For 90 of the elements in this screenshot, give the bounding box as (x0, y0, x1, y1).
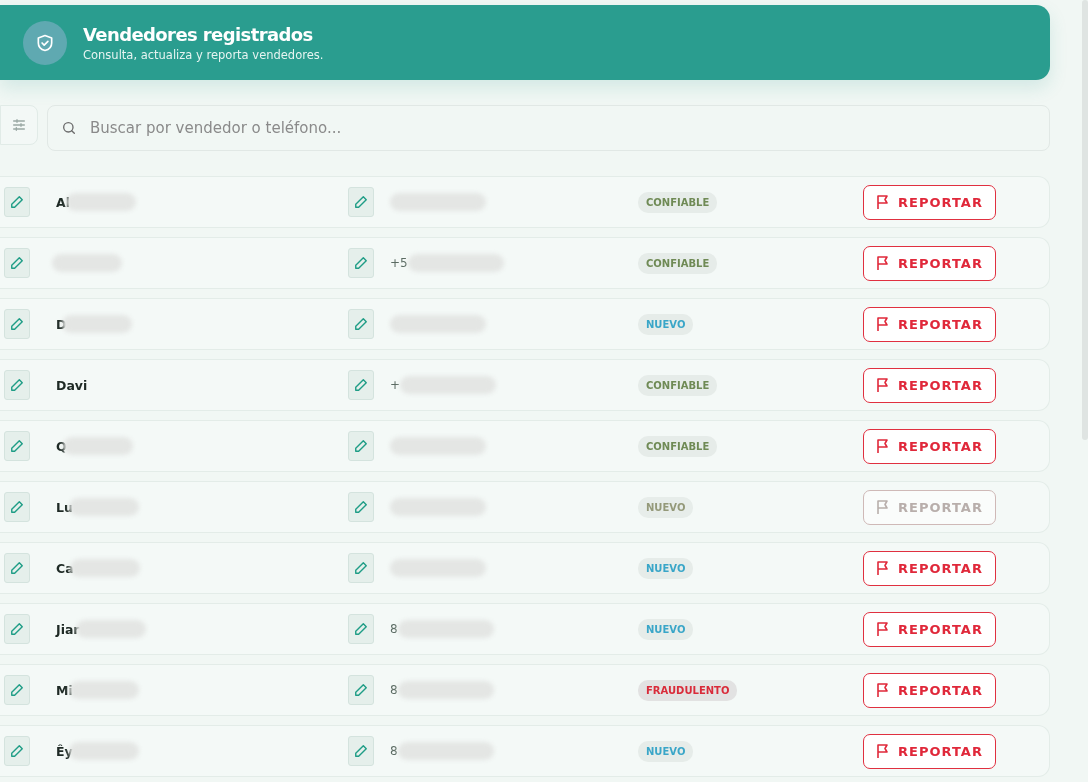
edit-button[interactable] (348, 553, 374, 583)
edit-button[interactable] (348, 309, 374, 339)
pencil-icon (10, 256, 24, 270)
flag-icon (876, 255, 891, 271)
vendor-name: Mi (56, 682, 73, 698)
pencil-icon (10, 561, 24, 575)
pencil-icon (354, 683, 368, 697)
status-badge: CONFIABLE (638, 192, 718, 213)
edit-button[interactable] (4, 187, 30, 217)
status-badge: CONFIABLE (638, 436, 718, 457)
report-button[interactable]: REPORTAR (863, 428, 996, 464)
vendor-name: Êy (56, 743, 73, 759)
edit-button[interactable] (348, 248, 374, 278)
status-badge: NUEVO (638, 497, 694, 518)
flag-icon (876, 743, 891, 759)
edit-button[interactable] (4, 248, 30, 278)
vendor-phone: + (390, 378, 401, 392)
sliders-icon (11, 117, 27, 133)
pencil-icon (10, 744, 24, 758)
report-button[interactable]: REPORTAR (863, 672, 996, 708)
vendor-name: Jiar (56, 621, 80, 637)
pencil-icon (10, 683, 24, 697)
page-subtitle: Consulta, actualiza y reporta vendedores. (83, 47, 324, 62)
pencil-icon (354, 317, 368, 331)
flag-icon (876, 621, 891, 637)
pencil-icon (354, 622, 368, 636)
edit-button[interactable] (348, 492, 374, 522)
edit-button[interactable] (348, 614, 374, 644)
report-button[interactable]: REPORTAR (863, 184, 996, 220)
pencil-icon (10, 317, 24, 331)
edit-button[interactable] (348, 370, 374, 400)
pencil-icon (354, 561, 368, 575)
edit-button[interactable] (348, 675, 374, 705)
flag-icon (876, 377, 891, 393)
filter-button[interactable] (0, 105, 38, 145)
report-button[interactable]: REPORTAR (863, 245, 996, 281)
edit-button[interactable] (4, 675, 30, 705)
vendor-name: D (56, 316, 67, 332)
report-button[interactable]: REPORTAR (863, 367, 996, 403)
vendor-phone: +5 (390, 256, 408, 270)
edit-button[interactable] (4, 370, 30, 400)
vendor-name: Q (56, 438, 67, 454)
vendor-phone: 8 (390, 622, 398, 636)
flag-icon (876, 438, 891, 454)
vendor-name: Davi (56, 377, 88, 393)
pencil-icon (354, 378, 368, 392)
pencil-icon (10, 500, 24, 514)
vendor-phone: 8 (390, 744, 398, 758)
edit-button[interactable] (4, 736, 30, 766)
pencil-icon (10, 195, 24, 209)
edit-button[interactable] (4, 614, 30, 644)
search-field[interactable]: Buscar por vendedor o teléfono... (47, 105, 1050, 151)
edit-button[interactable] (348, 431, 374, 461)
flag-icon (876, 316, 891, 332)
status-badge: CONFIABLE (638, 253, 718, 274)
report-button[interactable]: REPORTAR (863, 611, 996, 647)
search-icon (61, 120, 77, 136)
status-badge: CONFIABLE (638, 375, 718, 396)
edit-button[interactable] (4, 431, 30, 461)
status-badge: NUEVO (638, 558, 694, 579)
vendor-name: Ca (56, 560, 74, 576)
vendor-phone: 8 (390, 683, 398, 697)
vendor-name: Lu (56, 499, 73, 515)
flag-icon (876, 682, 891, 698)
pencil-icon (354, 256, 368, 270)
pencil-icon (354, 500, 368, 514)
edit-button[interactable] (4, 553, 30, 583)
pencil-icon (354, 439, 368, 453)
shield-icon (23, 20, 67, 65)
status-badge: FRAUDULENTO (638, 680, 738, 701)
report-button[interactable]: REPORTAR (863, 306, 996, 342)
edit-button[interactable] (4, 309, 30, 339)
flag-icon (876, 499, 891, 515)
edit-button[interactable] (348, 736, 374, 766)
pencil-icon (10, 439, 24, 453)
flag-icon (876, 194, 891, 210)
pencil-icon (10, 378, 24, 392)
report-button[interactable]: REPORTAR (863, 733, 996, 769)
edit-button[interactable] (348, 187, 374, 217)
status-badge: NUEVO (638, 741, 694, 762)
report-button[interactable]: REPORTAR (863, 550, 996, 586)
edit-button[interactable] (4, 492, 30, 522)
vendor-name: Al (56, 194, 70, 210)
page-title: Vendedores registrados (83, 23, 314, 45)
pencil-icon (354, 195, 368, 209)
flag-icon (876, 560, 891, 576)
pencil-icon (10, 622, 24, 636)
pencil-icon (354, 744, 368, 758)
status-badge: NUEVO (638, 619, 694, 640)
status-badge: NUEVO (638, 314, 694, 335)
